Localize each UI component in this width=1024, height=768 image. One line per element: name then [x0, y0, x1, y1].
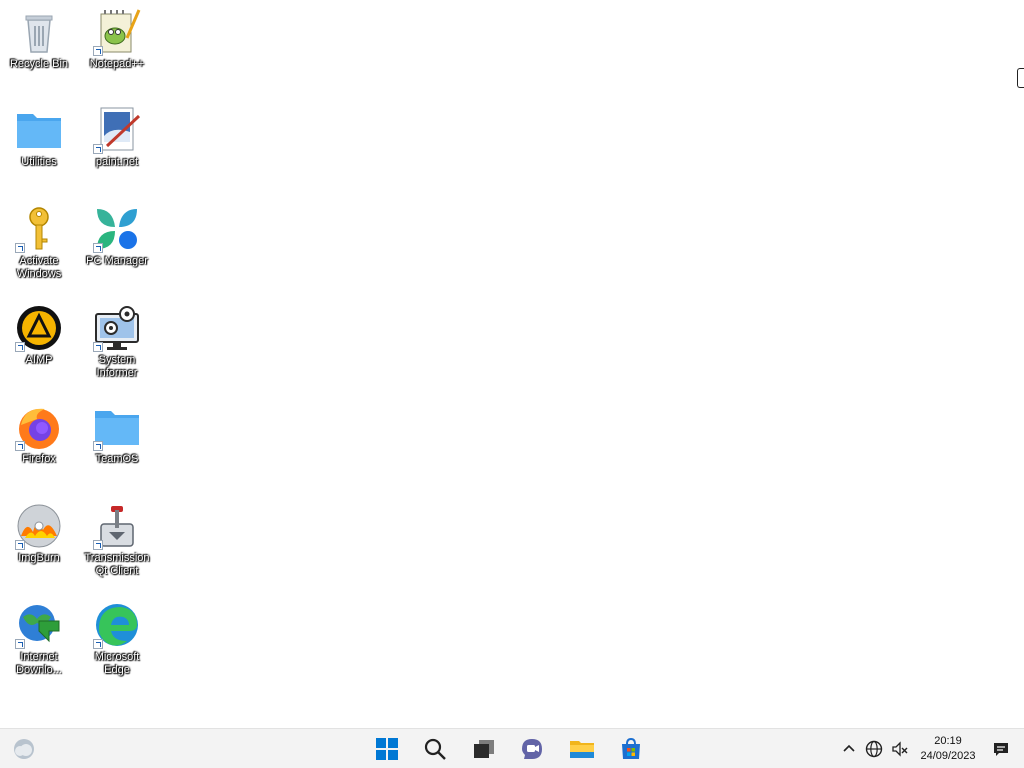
desktop-icon-pc-manager[interactable]: PC Manager — [79, 205, 155, 268]
key-icon — [15, 205, 63, 253]
desktop-icon-transmission[interactable]: Transmission Qt Client — [79, 502, 155, 578]
firefox-icon — [15, 403, 63, 451]
system-informer-icon — [93, 304, 141, 352]
desktop-icon-label: Internet Downlo... — [16, 651, 62, 676]
desktop-icon-label: Notepad++ — [89, 58, 145, 70]
notepad-plus-plus-icon — [93, 8, 141, 56]
desktop-icon-teamos[interactable]: TeamOS — [79, 403, 155, 466]
shortcut-arrow-icon — [15, 540, 25, 550]
microsoft-edge-icon — [93, 601, 141, 649]
shortcut-arrow-icon — [15, 639, 25, 649]
search-icon — [424, 738, 446, 760]
aimp-icon — [15, 304, 63, 352]
desktop-icon-paint-net[interactable]: paint.net — [79, 106, 155, 169]
desktop-icon-notepad-plus-plus[interactable]: Notepad++ — [79, 8, 155, 71]
notification-center-icon — [994, 743, 1008, 756]
desktop-icon-system-informer[interactable]: System Informer — [79, 304, 155, 380]
desktop-icon-firefox[interactable]: Firefox — [1, 403, 77, 466]
microsoft-store-button[interactable] — [617, 735, 645, 763]
globe-icon — [865, 740, 883, 758]
desktop-icon-label: Activate Windows — [16, 255, 62, 280]
file-explorer-button[interactable] — [568, 735, 596, 763]
search-button[interactable] — [421, 735, 449, 763]
shortcut-arrow-icon — [93, 243, 103, 253]
desktop-icon-label: Firefox — [22, 453, 56, 465]
folder-icon — [93, 403, 141, 451]
desktop-icon-label: AIMP — [25, 354, 53, 366]
desktop-icon-label: Utilities — [21, 156, 57, 168]
desktop-icon-label: Transmission Qt Client — [84, 552, 150, 577]
shortcut-arrow-icon — [93, 342, 103, 352]
desktop-icon-activate-windows[interactable]: Activate Windows — [1, 205, 77, 281]
task-view-icon — [474, 740, 494, 758]
desktop-icon-label: Recycle Bin — [9, 58, 69, 70]
pc-manager-icon — [93, 205, 141, 253]
weather-icon — [14, 739, 34, 759]
show-hidden-icons-button[interactable] — [838, 735, 860, 763]
shortcut-arrow-icon — [93, 540, 103, 550]
chat-button[interactable] — [518, 735, 546, 763]
paint-net-icon — [93, 106, 141, 154]
clock-time: 20:19 — [934, 735, 962, 747]
clock-date: 24/09/2023 — [920, 750, 976, 762]
widgets-button[interactable] — [10, 735, 38, 763]
shortcut-arrow-icon — [93, 639, 103, 649]
edge-panel-handle[interactable] — [1017, 68, 1024, 88]
desktop-icon-microsoft-edge[interactable]: Microsoft Edge — [79, 601, 155, 677]
clock[interactable]: 20:19 24/09/2023 — [916, 734, 980, 764]
task-view-button[interactable] — [470, 735, 498, 763]
notifications-button[interactable] — [988, 735, 1014, 763]
desktop-icon-internet-download-manager[interactable]: Internet Downlo... — [1, 601, 77, 677]
shortcut-arrow-icon — [93, 144, 103, 154]
desktop-icon-label: ImgBurn — [18, 552, 60, 564]
shortcut-arrow-icon — [93, 46, 103, 56]
chevron-up-icon — [843, 744, 855, 752]
start-button[interactable] — [373, 735, 401, 763]
desktop-icon-aimp[interactable]: AIMP — [1, 304, 77, 367]
transmission-icon — [93, 502, 141, 550]
shortcut-arrow-icon — [15, 342, 25, 352]
desktop-icon-label: System Informer — [96, 354, 138, 379]
network-button[interactable] — [862, 735, 886, 763]
desktop-icon-recycle-bin[interactable]: Recycle Bin — [1, 8, 77, 71]
shortcut-arrow-icon — [15, 441, 25, 451]
desktop-icon-label: PC Manager — [86, 255, 148, 267]
teams-chat-icon — [522, 739, 542, 759]
shortcut-arrow-icon — [93, 441, 103, 451]
imgburn-icon — [15, 502, 63, 550]
recycle-bin-icon — [15, 8, 63, 56]
folder-icon — [15, 106, 63, 154]
desktop-icon-utilities[interactable]: Utilities — [1, 106, 77, 169]
microsoft-store-icon — [622, 737, 640, 759]
file-explorer-icon — [570, 741, 594, 758]
desktop-icon-label: TeamOS — [95, 453, 139, 465]
volume-button[interactable] — [888, 735, 912, 763]
desktop-icon-label: paint.net — [95, 156, 139, 168]
desktop-icon-label: Microsoft Edge — [94, 651, 140, 676]
shortcut-arrow-icon — [15, 243, 25, 253]
desktop-icon-imgburn[interactable]: ImgBurn — [1, 502, 77, 565]
desktop: Recycle Bin Notepad++ Utilities paint.ne… — [0, 0, 1024, 728]
internet-download-manager-icon — [15, 601, 63, 649]
volume-muted-icon — [892, 741, 908, 757]
windows-logo-icon — [376, 738, 398, 760]
taskbar: 20:19 24/09/2023 — [0, 728, 1024, 768]
